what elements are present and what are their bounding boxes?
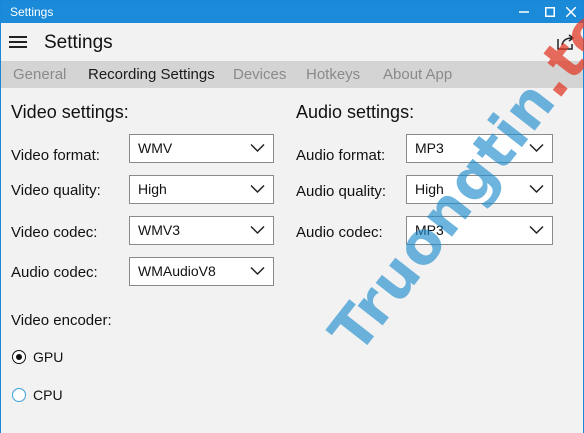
audio-format-label: Audio format: <box>296 147 386 164</box>
video-codec-label: Video codec: <box>11 224 98 241</box>
video-format-label: Video format: <box>11 147 100 164</box>
minimize-icon <box>519 11 529 13</box>
audio-codec-dropdown[interactable]: WMAudioV8 <box>129 257 274 286</box>
tab-about-app[interactable]: About App <box>383 66 452 83</box>
audio-quality-label: Audio quality: <box>296 183 387 200</box>
recording-settings-panel: Video settings: Video format: WMV Video … <box>1 0 584 433</box>
tab-hotkeys[interactable]: Hotkeys <box>306 66 360 83</box>
title-bar: Settings <box>1 1 583 23</box>
video-codec-dropdown[interactable]: WMV3 <box>129 216 274 245</box>
hamburger-menu-icon[interactable] <box>9 36 27 48</box>
chevron-down-icon <box>250 143 265 153</box>
video-encoder-label: Video encoder: <box>11 312 112 329</box>
video-codec-value: WMV3 <box>138 222 180 238</box>
window-title: Settings <box>10 5 54 19</box>
video-quality-value: High <box>138 181 167 197</box>
audio-codec-value: WMAudioV8 <box>138 263 216 279</box>
tab-general[interactable]: General <box>13 66 66 83</box>
tab-devices[interactable]: Devices <box>233 66 286 83</box>
gpu-radio-label[interactable]: GPU <box>33 349 63 365</box>
minimize-button[interactable] <box>510 1 538 23</box>
video-format-dropdown[interactable]: WMV <box>129 134 274 163</box>
chevron-down-icon <box>529 184 544 194</box>
chevron-down-icon <box>250 225 265 235</box>
video-quality-dropdown[interactable]: High <box>129 175 274 204</box>
video-quality-label: Video quality: <box>11 182 101 199</box>
gpu-radio[interactable] <box>12 350 26 364</box>
tab-bar: General Recording Settings Devices Hotke… <box>1 61 583 88</box>
audio-settings-heading: Audio settings: <box>296 102 415 122</box>
audio-codec-label: Audio codec: <box>11 264 98 281</box>
tab-recording-settings[interactable]: Recording Settings <box>88 66 215 83</box>
cpu-radio[interactable] <box>12 388 26 402</box>
settings-window: Settings Settings General Recording Sett… <box>0 0 584 433</box>
audio-codec-right-label: Audio codec: <box>296 224 383 241</box>
cpu-radio-label[interactable]: CPU <box>33 387 63 403</box>
maximize-icon <box>545 7 555 17</box>
chevron-down-icon <box>250 184 265 194</box>
video-format-value: WMV <box>138 140 173 156</box>
audio-format-value: MP3 <box>415 140 444 156</box>
chevron-down-icon <box>250 266 265 276</box>
app-header: Settings <box>1 23 583 61</box>
chevron-down-icon <box>529 225 544 235</box>
video-settings-heading: Video settings: <box>11 102 129 122</box>
page-title: Settings <box>44 32 113 53</box>
